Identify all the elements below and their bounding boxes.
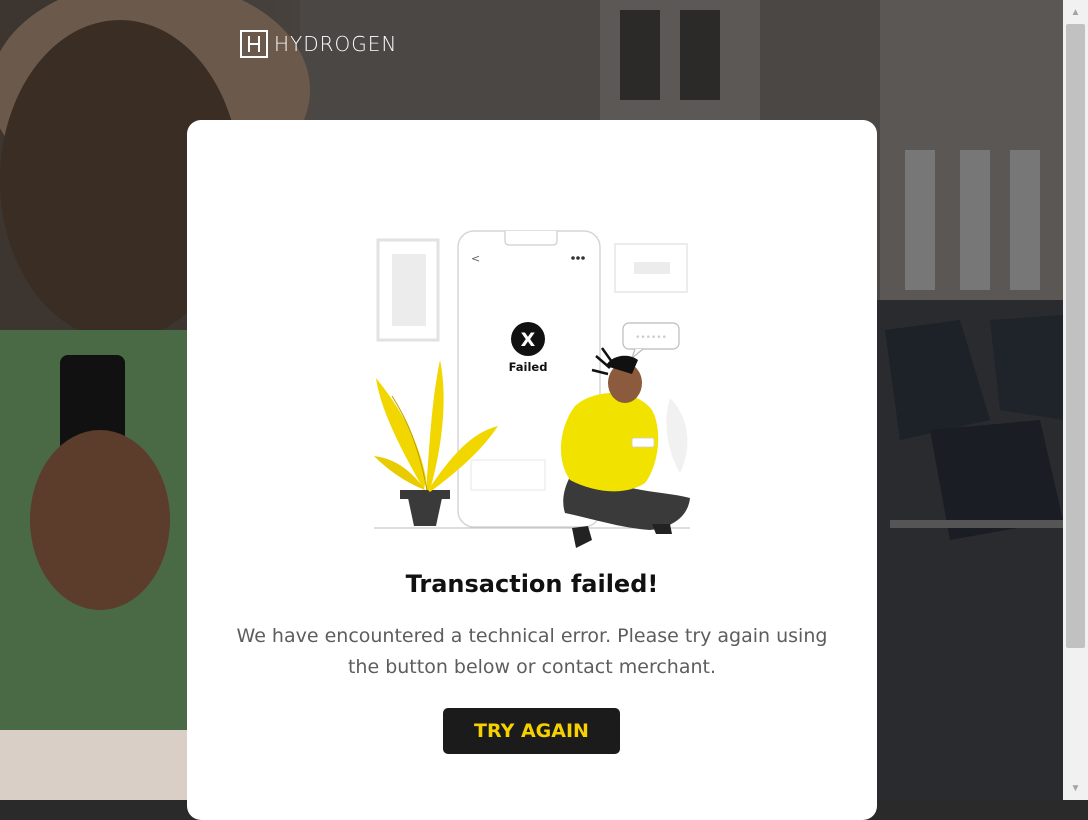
brand-name: HYDROGEN (274, 32, 398, 56)
svg-text:<: < (471, 252, 480, 265)
vertical-scrollbar[interactable]: ▲ ▼ (1063, 0, 1088, 800)
status-symbol: X (521, 329, 536, 351)
failed-transaction-illustration: < X Failed •••••• (374, 230, 690, 548)
status-label: Failed (509, 360, 548, 374)
status-title: Transaction failed! (405, 570, 659, 598)
status-message: We have encountered a technical error. P… (236, 625, 828, 678)
hydrogen-logo: HYDROGEN (240, 30, 397, 58)
try-again-button[interactable]: TRY AGAIN (443, 708, 620, 754)
svg-text:••••••: •••••• (635, 333, 667, 343)
scroll-up-arrow-icon[interactable]: ▲ (1063, 2, 1088, 22)
transaction-status-card: < X Failed •••••• Transaction failed! We… (187, 120, 877, 820)
hydrogen-logo-icon (240, 30, 268, 58)
scroll-down-arrow-icon[interactable]: ▼ (1063, 778, 1088, 798)
scrollbar-thumb[interactable] (1066, 24, 1085, 648)
